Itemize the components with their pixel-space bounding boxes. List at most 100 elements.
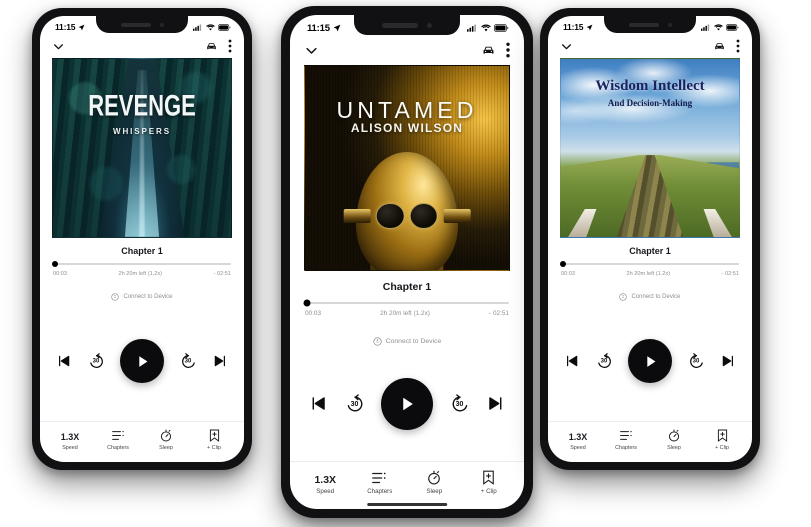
cover-subtitle: And Decision-Making — [607, 98, 693, 109]
phone-notch — [604, 16, 696, 33]
bottom-toolbar: 1.3X Speed Chapters Sleep + Clip — [40, 421, 244, 462]
progress-block: 00:03 2h 20m left (1.2x) - 02:51 — [40, 261, 244, 277]
toolbar-label-speed: Speed — [62, 445, 78, 451]
chevron-down-icon[interactable] — [304, 43, 319, 58]
more-vertical-icon[interactable] — [736, 39, 740, 53]
connect-to-device-button[interactable]: Connect to Device — [548, 277, 752, 301]
toolbar-item-speed[interactable]: 1.3X Speed — [298, 474, 353, 495]
car-icon[interactable] — [205, 40, 218, 53]
skip-previous-icon[interactable] — [56, 353, 72, 369]
cover-art-container: Wisdom Intellect And Decision-Making — [548, 57, 752, 238]
connect-to-device-label: Connect to Device — [631, 294, 681, 300]
status-time: 11:15 — [563, 22, 584, 32]
cover-title: REVENGE — [88, 88, 196, 122]
earpiece-speaker — [628, 22, 659, 27]
audiobook-player-showcase: 11:15 REVENGE WHISPERS Chapter 1 00:03 2… — [0, 0, 811, 527]
figure-goggles — [340, 202, 475, 230]
chevron-down-icon[interactable] — [560, 40, 573, 53]
phone-left-screen: 11:15 REVENGE WHISPERS Chapter 1 00:03 2… — [40, 16, 244, 462]
toolbar-label-clip: + Clip — [480, 488, 497, 495]
untamed-cover[interactable]: UNTAMED ALISON WILSON — [304, 65, 510, 271]
progress-thumb[interactable] — [51, 261, 58, 267]
cast-device-icon — [619, 293, 628, 301]
speed-value: 1.3X — [60, 432, 80, 442]
play-button[interactable] — [628, 339, 672, 383]
transport-controls: 30 30 — [290, 346, 524, 461]
cover-art-container: REVENGE WHISPERS — [40, 57, 244, 238]
wifi-icon — [481, 24, 491, 32]
progress-slider[interactable] — [51, 261, 231, 267]
more-vertical-icon[interactable] — [228, 39, 232, 53]
skip-previous-icon[interactable] — [309, 394, 328, 413]
rewind-30-icon[interactable]: 30 — [87, 352, 106, 371]
progress-thumb[interactable] — [303, 299, 311, 307]
play-icon — [138, 355, 147, 367]
progress-slider[interactable] — [559, 261, 739, 267]
forward-30-icon[interactable]: 30 — [687, 352, 706, 371]
forward-30-icon[interactable]: 30 — [179, 352, 198, 371]
status-bar-right — [193, 23, 231, 31]
toolbar-item-clip[interactable]: + Clip — [698, 429, 746, 451]
location-arrow-icon — [78, 24, 85, 31]
cellular-signal-icon — [193, 23, 203, 31]
battery-icon — [494, 24, 509, 32]
transport-controls: 30 30 — [548, 301, 752, 421]
forward-30-icon[interactable]: 30 — [449, 393, 471, 415]
status-bar-left: 11:15 — [563, 22, 593, 32]
play-icon — [403, 397, 413, 410]
rewind-30-icon[interactable]: 30 — [344, 393, 366, 415]
toolbar-item-sleep[interactable]: Sleep — [407, 470, 462, 495]
rewind-seconds-label: 30 — [92, 358, 100, 365]
connect-to-device-button[interactable]: Connect to Device — [290, 317, 524, 346]
goggle-barrel-right — [443, 209, 471, 223]
speed-value: 1.3X — [568, 432, 588, 442]
toolbar-label-speed: Speed — [570, 445, 586, 451]
cellular-signal-icon — [467, 24, 478, 32]
toolbar-item-clip[interactable]: + Clip — [462, 470, 517, 495]
skip-next-icon[interactable] — [486, 394, 505, 413]
revenge-whispers-cover[interactable]: REVENGE WHISPERS — [52, 58, 232, 238]
toolbar-item-chapters[interactable]: Chapters — [94, 429, 142, 451]
toolbar-label-clip: + Clip — [715, 445, 729, 451]
goggle-lens-right — [409, 202, 438, 230]
wisdom-intellect-cover[interactable]: Wisdom Intellect And Decision-Making — [560, 58, 740, 238]
transport-controls: 30 30 — [40, 301, 244, 421]
progress-thumb[interactable] — [559, 261, 566, 267]
earpiece-speaker — [382, 22, 418, 28]
toolbar-label-chapters: Chapters — [367, 488, 393, 495]
chapter-title: Chapter 1 — [382, 281, 432, 293]
play-button[interactable] — [120, 339, 164, 383]
toolbar-label-sleep: Sleep — [667, 445, 681, 451]
sky-clouds — [561, 59, 739, 159]
bottom-toolbar: 1.3X Speed Chapters Sleep + Clip — [290, 461, 524, 509]
toolbar-item-chapters[interactable]: Chapters — [602, 429, 650, 451]
toolbar-item-chapters[interactable]: Chapters — [353, 470, 408, 495]
status-bar-right — [701, 23, 739, 31]
remaining-time: - 02:51 — [489, 310, 509, 317]
rewind-30-icon[interactable]: 30 — [595, 352, 614, 371]
skip-previous-icon[interactable] — [564, 353, 580, 369]
play-icon — [646, 355, 655, 367]
progress-slider[interactable] — [303, 299, 509, 307]
goggle-barrel-left — [343, 209, 371, 223]
toolbar-item-sleep[interactable]: Sleep — [142, 429, 190, 451]
skip-next-icon[interactable] — [720, 353, 736, 369]
connect-to-device-button[interactable]: Connect to Device — [40, 277, 244, 301]
car-icon[interactable] — [481, 43, 496, 58]
status-time: 11:15 — [55, 22, 76, 32]
toolbar-label-sleep: Sleep — [159, 445, 173, 451]
status-bar-left: 11:15 — [55, 22, 85, 32]
skip-next-icon[interactable] — [212, 353, 228, 369]
more-vertical-icon[interactable] — [506, 42, 510, 58]
chevron-down-icon[interactable] — [52, 40, 65, 53]
phone-center: 11:15 UNTAMED ALISON WILSON Chapter 1 00… — [281, 6, 533, 518]
car-icon[interactable] — [713, 40, 726, 53]
phone-left: 11:15 REVENGE WHISPERS Chapter 1 00:03 2… — [32, 8, 252, 470]
toolbar-item-speed[interactable]: 1.3X Speed — [554, 432, 602, 452]
toolbar-item-speed[interactable]: 1.3X Speed — [46, 432, 94, 452]
toolbar-item-sleep[interactable]: Sleep — [650, 429, 698, 451]
tree-texture — [53, 59, 231, 237]
play-button[interactable] — [381, 377, 433, 430]
toolbar-label-speed: Speed — [316, 488, 335, 495]
toolbar-item-clip[interactable]: + Clip — [190, 429, 238, 451]
